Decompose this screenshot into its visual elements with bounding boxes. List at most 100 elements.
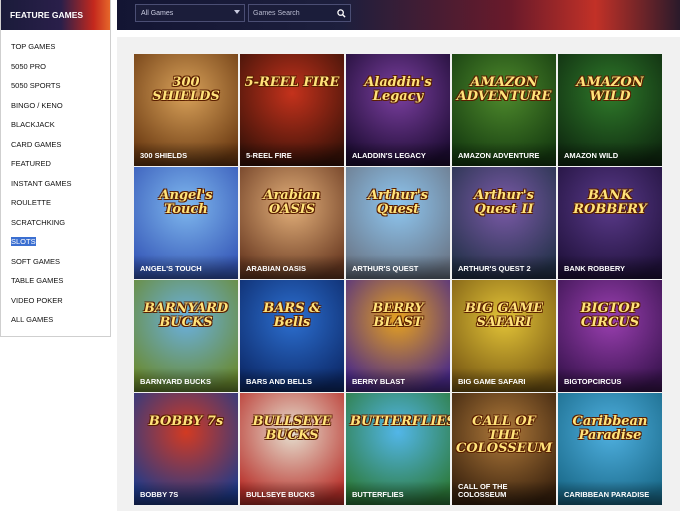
category-item-label: ALL GAMES bbox=[11, 315, 54, 325]
game-logo: AMAZON ADVENTURE bbox=[456, 75, 552, 104]
game-tile[interactable]: Arthur's Quest ARTHUR'S QUEST bbox=[346, 167, 450, 279]
category-sidebar: FEATURE GAMES TOP GAMES 5050 PRO 5050 SPOR… bbox=[0, 0, 111, 337]
game-title: CALL OF THE COLOSSEUM bbox=[452, 481, 556, 505]
category-item-label: BLACKJACK bbox=[11, 120, 55, 130]
category-item-scratchking[interactable]: SCRATCHKING bbox=[1, 213, 110, 233]
game-tile[interactable]: BOBBY 7s BOBBY 7S bbox=[134, 393, 238, 505]
game-tile[interactable]: BARS & Bells BARS AND BELLS bbox=[240, 280, 344, 392]
category-item-label: BINGO / KENO bbox=[11, 100, 63, 110]
game-title: BIG GAME SAFARI bbox=[452, 368, 556, 392]
category-item-table-games[interactable]: TABLE GAMES bbox=[1, 271, 110, 291]
game-filter-select[interactable]: All Games bbox=[135, 4, 245, 22]
game-title: BERRY BLAST bbox=[346, 368, 450, 392]
game-logo: CALL OF THE COLOSSEUM bbox=[456, 414, 553, 457]
category-item-roulette[interactable]: ROULETTE bbox=[1, 193, 110, 213]
category-item-5050-pro[interactable]: 5050 PRO bbox=[1, 57, 110, 77]
category-item-slots[interactable]: SLOTS bbox=[1, 232, 110, 252]
category-item-top-games[interactable]: TOP GAMES bbox=[1, 37, 110, 57]
game-tile[interactable]: BULLSEYE BUCKS BULLSEYE BUCKS bbox=[240, 393, 344, 505]
game-title: CARIBBEAN PARADISE bbox=[558, 481, 662, 505]
game-title: ARTHUR'S QUEST 2 bbox=[452, 255, 556, 279]
category-item-featured[interactable]: FEATURED bbox=[1, 154, 110, 174]
category-item-card-games[interactable]: CARD GAMES bbox=[1, 135, 110, 155]
game-logo: BANK ROBBERY bbox=[573, 188, 647, 217]
game-tile[interactable]: Aladdin's Legacy ALADDIN'S LEGACY bbox=[346, 54, 450, 166]
game-tile[interactable]: BANK ROBBERY BANK ROBBERY bbox=[558, 167, 662, 279]
game-tile[interactable]: Arabian OASIS ARABIAN OASIS bbox=[240, 167, 344, 279]
game-title: BULLSEYE BUCKS bbox=[240, 481, 344, 505]
game-logo: BULLSEYE BUCKS bbox=[252, 414, 332, 443]
category-item-label: TOP GAMES bbox=[11, 42, 56, 52]
category-item-all-games[interactable]: ALL GAMES bbox=[1, 310, 110, 330]
game-title: 300 SHIELDS bbox=[134, 142, 238, 166]
category-item-bingo-keno[interactable]: BINGO / KENO bbox=[1, 96, 110, 116]
game-tile[interactable]: 5-REEL FIRE 5-REEL FIRE bbox=[240, 54, 344, 166]
sidebar-header: FEATURE GAMES bbox=[1, 0, 110, 30]
game-title: AMAZON ADVENTURE bbox=[452, 142, 556, 166]
game-logo: BARNYARD BUCKS bbox=[143, 301, 229, 330]
game-logo: Caribbean Paradise bbox=[572, 414, 648, 443]
game-tile[interactable]: BIGTOP CIRCUS BIGTOPCIRCUS bbox=[558, 280, 662, 392]
category-item-instant-games[interactable]: INSTANT GAMES bbox=[1, 174, 110, 194]
game-logo: BIGTOP CIRCUS bbox=[580, 301, 640, 330]
category-item-label: INSTANT GAMES bbox=[11, 178, 72, 188]
game-logo: Arabian OASIS bbox=[263, 188, 321, 217]
category-item-label: SCRATCHKING bbox=[11, 217, 66, 227]
game-title: ARTHUR'S QUEST bbox=[346, 255, 450, 279]
game-tile[interactable]: Arthur's Quest II ARTHUR'S QUEST 2 bbox=[452, 167, 556, 279]
category-item-label: FEATURED bbox=[11, 159, 51, 169]
game-title: ARABIAN OASIS bbox=[240, 255, 344, 279]
category-item-label: 5050 SPORTS bbox=[11, 81, 61, 91]
search-icon[interactable] bbox=[332, 5, 350, 21]
game-title: 5-REEL FIRE bbox=[240, 142, 344, 166]
game-title: BIGTOPCIRCUS bbox=[558, 368, 662, 392]
game-title: BANK ROBBERY bbox=[558, 255, 662, 279]
category-item-label: ROULETTE bbox=[11, 198, 52, 208]
category-item-blackjack[interactable]: BLACKJACK bbox=[1, 115, 110, 135]
game-tile[interactable]: CALL OF THE COLOSSEUM CALL OF THE COLOSSE… bbox=[452, 393, 556, 505]
game-logo: BOBBY 7s bbox=[148, 414, 224, 429]
game-logo: Angel's Touch bbox=[159, 188, 213, 217]
game-filter-value: All Games bbox=[141, 9, 174, 17]
game-tile[interactable]: AMAZON WILD AMAZON WILD bbox=[558, 54, 662, 166]
game-title: ALADDIN'S LEGACY bbox=[346, 142, 450, 166]
game-logo: BARS & Bells bbox=[263, 301, 321, 330]
category-item-5050-sports[interactable]: 5050 SPORTS bbox=[1, 76, 110, 96]
games-panel: 300 SHIELDS 300 SHIELDS 5-REEL FIRE 5-REEL … bbox=[117, 37, 680, 511]
category-list: TOP GAMES 5050 PRO 5050 SPORTS BINGO / KENO… bbox=[1, 30, 110, 330]
games-grid: 300 SHIELDS 300 SHIELDS 5-REEL FIRE 5-REEL … bbox=[134, 54, 662, 505]
game-logo: Arthur's Quest II bbox=[474, 188, 534, 217]
category-item-label: CARD GAMES bbox=[11, 139, 62, 149]
games-search bbox=[248, 4, 351, 22]
category-item-label: SOFT GAMES bbox=[11, 256, 61, 266]
game-tile[interactable]: BARNYARD BUCKS BARNYARD BUCKS bbox=[134, 280, 238, 392]
category-item-label: 5050 PRO bbox=[11, 61, 47, 71]
games-search-input[interactable] bbox=[249, 9, 333, 17]
game-logo: BUTTERFLIES bbox=[350, 414, 450, 429]
game-title: BOBBY 7S bbox=[134, 481, 238, 505]
game-title: BARS AND BELLS bbox=[240, 368, 344, 392]
chevron-down-icon bbox=[234, 10, 240, 14]
game-logo: BIG GAME SAFARI bbox=[464, 301, 544, 330]
game-tile[interactable]: BIG GAME SAFARI BIG GAME SAFARI bbox=[452, 280, 556, 392]
game-logo: Arthur's Quest bbox=[368, 188, 428, 217]
game-logo: 5-REEL FIRE bbox=[244, 75, 340, 90]
category-item-label: SLOTS bbox=[11, 237, 36, 247]
top-bar: All Games bbox=[117, 0, 680, 30]
game-title: AMAZON WILD bbox=[558, 142, 662, 166]
game-title: BUTTERFLIES bbox=[346, 481, 450, 505]
category-item-label: TABLE GAMES bbox=[11, 276, 64, 286]
game-tile[interactable]: BERRY BLAST BERRY BLAST bbox=[346, 280, 450, 392]
game-tile[interactable]: 300 SHIELDS 300 SHIELDS bbox=[134, 54, 238, 166]
category-item-soft-games[interactable]: SOFT GAMES bbox=[1, 252, 110, 272]
game-tile[interactable]: Caribbean Paradise CARIBBEAN PARADISE bbox=[558, 393, 662, 505]
game-title: BARNYARD BUCKS bbox=[134, 368, 238, 392]
category-item-video-poker[interactable]: VIDEO POKER bbox=[1, 291, 110, 311]
game-tile[interactable]: BUTTERFLIES BUTTERFLIES bbox=[346, 393, 450, 505]
game-tile[interactable]: Angel's Touch ANGEL'S TOUCH bbox=[134, 167, 238, 279]
game-logo: BERRY BLAST bbox=[372, 301, 424, 330]
category-item-label: VIDEO POKER bbox=[11, 295, 63, 305]
game-logo: Aladdin's Legacy bbox=[364, 75, 432, 104]
game-tile[interactable]: AMAZON ADVENTURE AMAZON ADVENTURE bbox=[452, 54, 556, 166]
game-logo: 300 SHIELDS bbox=[152, 75, 220, 104]
